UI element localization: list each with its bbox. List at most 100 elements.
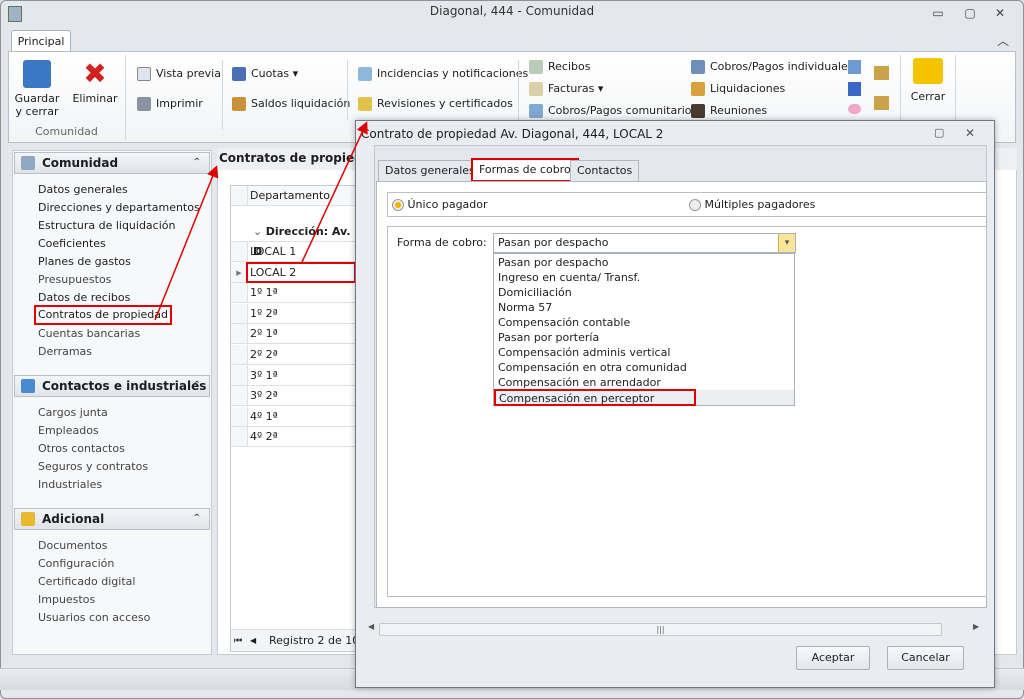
settlements-label: Liquidaciones (710, 82, 786, 95)
dialog-maximize-button[interactable]: ▢ (934, 126, 944, 139)
sidebar-item[interactable]: Cargos junta (38, 404, 108, 422)
transfer-person-icon[interactable] (874, 96, 889, 110)
sidebar-item[interactable]: Contratos de propiedad (34, 305, 172, 325)
dropdown-option[interactable]: Compensación en perceptor (494, 389, 794, 406)
department-cell: 1º 1ª (250, 286, 278, 300)
settlements-icon (691, 82, 705, 96)
balances-button[interactable]: Saldos liquidación (232, 97, 350, 111)
sidebar-item[interactable]: Cuentas bancarias (38, 325, 140, 343)
payment-method-combo[interactable]: Pasan por despacho ▾ (493, 233, 796, 253)
tab-formas-de-cobro[interactable]: Formas de cobro (471, 158, 579, 182)
department-cell: 2º 1ª (250, 327, 278, 341)
table-row[interactable]: 2º 1ª (231, 324, 361, 345)
sidebar-item[interactable]: Estructura de liquidación (38, 217, 175, 235)
table-row[interactable]: LOCAL 1 (231, 242, 361, 262)
sidebar-item[interactable]: Impuestos (38, 591, 95, 609)
section-header-comunidad[interactable]: Comunidad ⌃ (14, 152, 210, 174)
meetings-button[interactable]: Reuniones (691, 104, 767, 118)
horizontal-scrollbar[interactable]: ◀ ||| ▶ (365, 622, 985, 637)
incidents-label: Incidencias y notificaciones (377, 67, 529, 80)
sidebar-item[interactable]: Documentos (38, 537, 107, 555)
people-icon (691, 104, 705, 118)
table-row[interactable]: 2º 2ª (231, 345, 361, 365)
tab-datos-generales[interactable]: Datos generales (378, 160, 482, 182)
dropdown-option[interactable]: Compensación contable (494, 315, 794, 330)
chevron-up-icon[interactable]: ⌃ (193, 376, 201, 396)
first-record-button[interactable]: ⏮ (234, 630, 242, 652)
reviews-button[interactable]: Revisiones y certificados (358, 97, 513, 111)
sidebar-item[interactable]: Seguros y contratos (38, 458, 148, 476)
floppy-disk-icon (23, 60, 51, 88)
table-row[interactable]: 3º 1ª (231, 365, 361, 386)
quotas-button[interactable]: Cuotas ▾ (232, 67, 298, 81)
table-row[interactable]: 4º 2ª (231, 427, 361, 448)
sidebar-item[interactable]: Planes de gastos (38, 253, 131, 271)
maximize-button[interactable]: ▢ (960, 6, 980, 20)
sidebar-item[interactable]: Configuración (38, 555, 114, 573)
sidebar-item[interactable]: Derramas (38, 343, 92, 361)
sidebar-item[interactable]: Direcciones y departamentos (38, 199, 200, 217)
section-header-contactos[interactable]: Contactos e industriales ⌃ (14, 375, 210, 397)
table-row[interactable]: 3º 2ª (231, 386, 361, 407)
radio-multiple-label: Múltiples pagadores (704, 198, 816, 211)
sidebar-item[interactable]: Certificado digital (38, 573, 135, 591)
sidebar-item[interactable]: Usuarios con acceso (38, 609, 150, 627)
close-window-button[interactable]: ✕ (990, 6, 1010, 20)
certificate-icon[interactable] (848, 60, 861, 74)
radio-single-payer[interactable]: Único pagador (392, 198, 488, 211)
collapse-ribbon-button[interactable]: ︿ (993, 32, 1013, 49)
grid-header[interactable]: Departamento (231, 186, 361, 206)
department-cell: LOCAL 2 (250, 265, 297, 279)
dropdown-option[interactable]: Compensación en otra comunidad (494, 360, 794, 375)
sidebar-item[interactable]: Empleados (38, 422, 99, 440)
chevron-up-icon[interactable]: ⌃ (193, 153, 201, 173)
radio-single-label: Único pagador (407, 198, 488, 211)
dropdown-option[interactable]: Pasan por despacho (494, 255, 794, 270)
print-button[interactable]: Imprimir (137, 97, 203, 111)
tab-contactos[interactable]: Contactos (570, 160, 640, 182)
dropdown-option[interactable]: Norma 57 (494, 300, 794, 315)
sidebar-item[interactable]: Presupuestos (38, 271, 111, 289)
minimize-button[interactable]: ▭ (928, 6, 948, 20)
dropdown-option[interactable]: Ingreso en cuenta/ Transf. (494, 270, 794, 285)
table-row[interactable]: 4º 1ª (231, 406, 361, 427)
dropdown-option[interactable]: Compensación adminis vertical (494, 345, 794, 360)
sidebar-item[interactable]: Industriales (38, 476, 102, 494)
sidebar-item[interactable]: Otros contactos (38, 440, 125, 458)
close-button[interactable]: Cerrar (906, 58, 950, 103)
table-row[interactable]: ▶ LOCAL 2 (231, 261, 361, 283)
individual-payments-button[interactable]: Cobros/Pagos individuales (691, 60, 854, 74)
tab-principal[interactable]: Principal (11, 30, 71, 52)
cancel-button[interactable]: Cancelar (887, 646, 964, 670)
chevron-up-icon[interactable]: ⌃ (193, 509, 201, 529)
tax-icon[interactable] (848, 82, 861, 96)
prev-record-button[interactable]: ◀ (250, 630, 256, 652)
group-row[interactable]: ⌄ Dirección: Av. D (231, 222, 361, 258)
dropdown-option[interactable]: Pasan por portería (494, 330, 794, 345)
chevron-down-icon[interactable]: ▾ (778, 234, 795, 252)
piggy-bank-icon[interactable] (848, 104, 861, 114)
invoices-button[interactable]: Facturas ▾ (529, 82, 603, 96)
receipts-button[interactable]: Recibos (529, 60, 590, 74)
incidents-button[interactable]: Incidencias y notificaciones (358, 67, 528, 81)
radio-multiple-payers[interactable]: Múltiples pagadores (689, 198, 815, 211)
print-label: Imprimir (156, 97, 203, 110)
delete-button[interactable]: ✖ Eliminar (72, 60, 118, 106)
payment-method-dropdown: Pasan por despacho Ingreso en cuenta/ Tra… (493, 253, 795, 406)
sidebar-item[interactable]: Coeficientes (38, 235, 106, 253)
community-payments-button[interactable]: Cobros/Pagos comunitarios (529, 104, 697, 118)
dropdown-option[interactable]: Compensación en arrendador (494, 375, 794, 390)
divider (222, 60, 223, 130)
transfer-icon[interactable] (874, 66, 889, 80)
section-header-adicional[interactable]: Adicional ⌃ (14, 508, 210, 530)
save-and-close-button[interactable]: Guardar y cerrar (14, 60, 60, 118)
table-row[interactable]: 1º 1ª (231, 283, 361, 304)
sidebar-item[interactable]: Datos generales (38, 181, 128, 199)
preview-button[interactable]: Vista previa (137, 67, 221, 81)
table-row[interactable]: 1º 2ª (231, 303, 361, 324)
dropdown-option[interactable]: Domiciliación (494, 285, 794, 300)
accept-button[interactable]: Aceptar (796, 646, 870, 670)
dialog-close-button[interactable]: ✕ (965, 126, 975, 140)
settlements-button[interactable]: Liquidaciones (691, 82, 785, 96)
scrollbar-thumb[interactable]: ||| (379, 623, 942, 636)
